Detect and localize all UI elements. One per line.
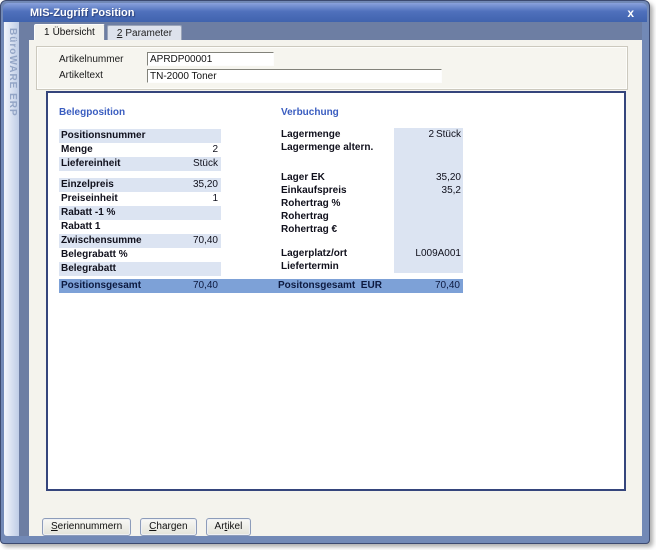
artikel-button[interactable]: Artikel <box>206 518 252 536</box>
title-bar[interactable]: MIS-Zugriff Position x <box>3 3 647 22</box>
positionsgesamt-eur-label: Positonsgesamt EUR <box>278 279 382 293</box>
dialog-body-background: 1Übersicht 2Parameter Artikelnummer Arti… <box>19 22 642 536</box>
positionsgesamt-value: 70,40 <box>193 279 218 293</box>
row-label: Einkaufspreis <box>281 184 394 197</box>
artikelnummer-input[interactable] <box>147 52 274 66</box>
artikelnummer-label: Artikelnummer <box>59 54 123 65</box>
row-spacer <box>281 154 463 171</box>
row-label: Rohertrag % <box>281 197 394 210</box>
row-value <box>394 197 461 210</box>
dialog-window: MIS-Zugriff Position x 1Übersicht 2Param… <box>0 0 650 544</box>
row-spacer <box>281 236 463 247</box>
row-label: Liefertermin <box>281 260 394 273</box>
table-row: Preiseinheit 1 <box>59 192 221 206</box>
tab-parameter[interactable]: 2Parameter <box>107 25 182 40</box>
table-row: Lagerplatz/ortL009A001 <box>281 247 463 260</box>
table-row: Lagermenge altern. <box>281 141 463 154</box>
branding-sidebar: BüroWARE ERP <box>4 22 19 536</box>
row-label: Lager EK <box>281 171 394 184</box>
row-label: Belegrabatt % <box>61 248 128 262</box>
row-label: Einzelpreis <box>61 178 114 192</box>
row-label: Liefereinheit <box>61 157 120 171</box>
row-value: L009A001 <box>394 247 461 260</box>
tab-hotkey: 1 <box>44 27 50 38</box>
table-row: Lagermenge2Stück <box>281 128 463 141</box>
positionsgesamt-eur-value: 70,40 <box>435 279 460 293</box>
table-row: Rohertrag <box>281 210 463 223</box>
belegposition-title: Belegposition <box>59 107 125 118</box>
row-value <box>394 210 461 223</box>
table-row: Liefertermin <box>281 260 463 273</box>
table-row: Rabatt -1 % <box>59 206 221 220</box>
row-unit: Stück <box>434 128 461 141</box>
tab-label: Parameter <box>125 28 172 39</box>
position-total-bar: Positionsgesamt 70,40 Positonsgesamt EUR… <box>59 279 463 293</box>
row-label: Rabatt -1 % <box>61 206 115 220</box>
row-label: Positionsnummer <box>61 129 145 143</box>
row-label: Rohertrag € <box>281 223 394 236</box>
artikeltext-label: Artikeltext <box>59 70 103 81</box>
row-label: Lagerplatz/ort <box>281 247 394 260</box>
row-value: Stück <box>193 157 218 171</box>
positionsgesamt-label: Positionsgesamt <box>61 279 141 293</box>
belegposition-table: Positionsnummer Menge 2 Liefereinheit Stüc… <box>59 129 221 276</box>
table-row: Einkaufspreis35,2 <box>281 184 463 197</box>
table-row: Menge 2 <box>59 143 221 157</box>
row-value: 2 <box>394 128 434 141</box>
tab-hotkey: 2 <box>117 28 123 39</box>
row-value: 35,20 <box>394 171 461 184</box>
button-bar: Seriennummern Chargen Artikel <box>42 518 251 536</box>
window-title: MIS-Zugriff Position <box>3 7 134 19</box>
table-row: Liefereinheit Stück <box>59 157 221 171</box>
brand-label: BüroWARE ERP <box>5 28 18 148</box>
verbuchung-title: Verbuchung <box>281 107 339 118</box>
tab-uebersicht[interactable]: 1Übersicht <box>34 24 105 40</box>
tab-label: Übersicht <box>53 27 95 38</box>
row-label: Lagermenge altern. <box>281 141 394 154</box>
table-row: Lager EK35,20 <box>281 171 463 184</box>
table-row: Rohertrag % <box>281 197 463 210</box>
row-value: 70,40 <box>193 234 218 248</box>
table-row: Belegrabatt <box>59 262 221 276</box>
row-label: Zwischensumme <box>61 234 142 248</box>
row-value <box>394 260 461 273</box>
row-label: Belegrabatt <box>61 262 116 276</box>
tab-bar: 1Übersicht 2Parameter <box>34 24 182 40</box>
table-row: Positionsnummer <box>59 129 221 143</box>
seriennummern-button[interactable]: Seriennummern <box>42 518 131 536</box>
row-label: Menge <box>61 143 93 157</box>
row-value: 2 <box>212 143 218 157</box>
row-label: Preiseinheit <box>61 192 118 206</box>
table-row: Zwischensumme 70,40 <box>59 234 221 248</box>
row-value: 35,20 <box>193 178 218 192</box>
row-value <box>394 141 461 154</box>
verbuchung-table: Lagermenge2Stück Lagermenge altern. Lage… <box>281 128 463 273</box>
row-spacer <box>59 171 221 178</box>
table-row: Rabatt 1 <box>59 220 221 234</box>
table-row: Belegrabatt % <box>59 248 221 262</box>
close-icon[interactable]: x <box>627 5 634 21</box>
chargen-button[interactable]: Chargen <box>140 518 196 536</box>
row-label: Lagermenge <box>281 128 394 141</box>
artikeltext-input[interactable] <box>147 69 442 83</box>
row-value: 35,2 <box>394 184 461 197</box>
row-label: Rohertrag <box>281 210 394 223</box>
position-detail-panel: Belegposition Verbuchung Positionsnummer… <box>46 91 626 491</box>
tab-content-area: Artikelnummer Artikeltext Belegposition … <box>29 40 642 536</box>
table-row: Einzelpreis 35,20 <box>59 178 221 192</box>
article-header-panel: Artikelnummer Artikeltext <box>37 47 627 89</box>
row-label: Rabatt 1 <box>61 220 100 234</box>
table-row: Rohertrag € <box>281 223 463 236</box>
row-value <box>394 223 461 236</box>
row-value: 1 <box>212 192 218 206</box>
total-bar-gap <box>221 279 278 293</box>
